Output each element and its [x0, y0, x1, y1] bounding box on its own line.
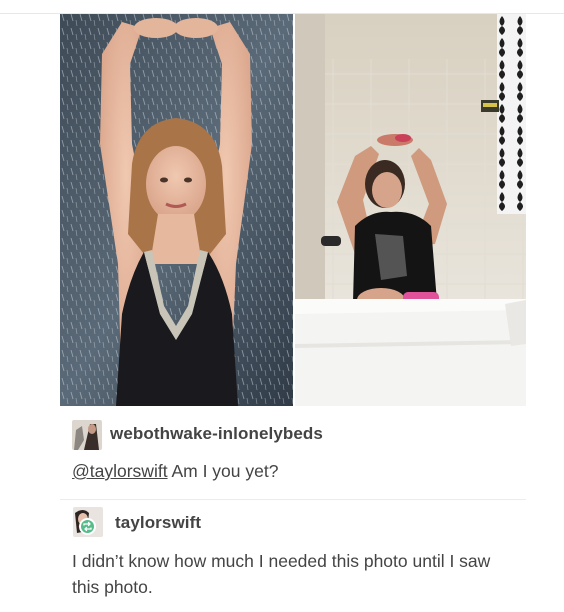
avatar[interactable]: [72, 420, 102, 450]
reblog-text: @taylorswift Am I you yet?: [72, 458, 512, 484]
mention-link[interactable]: @taylorswift: [72, 461, 168, 481]
woman-in-rain-photo[interactable]: [60, 14, 293, 406]
reblog-icon: [79, 518, 96, 535]
reblog-text: I didn’t know how much I needed this pho…: [72, 551, 491, 597]
photo-set: [60, 14, 526, 406]
tumblr-post: webothwake-inlonelybeds @taylorswift Am …: [60, 14, 526, 612]
username-link[interactable]: webothwake-inlonelybeds: [110, 424, 323, 444]
username-link[interactable]: taylorswift: [115, 513, 201, 533]
reblog-text-content: Am I you yet?: [167, 461, 279, 481]
reblog-entry: taylorswift I didn’t know how much I nee…: [60, 500, 526, 612]
person-in-bathtub-photo[interactable]: [295, 14, 526, 406]
reblog-entry: webothwake-inlonelybeds @taylorswift Am …: [60, 414, 526, 498]
